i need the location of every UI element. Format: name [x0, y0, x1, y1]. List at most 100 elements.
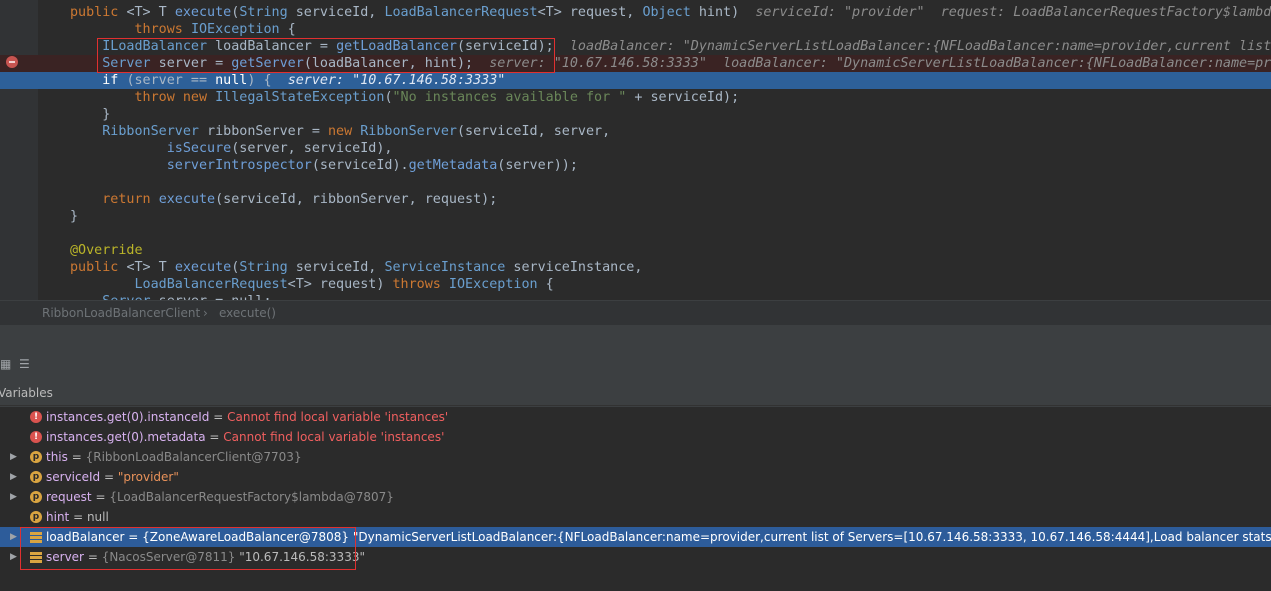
code-token: execute	[174, 260, 232, 275]
code-token: String	[239, 260, 288, 275]
code-line[interactable]: Server server = null;	[0, 293, 1271, 300]
debug-toolbar: ▦ ☰	[0, 350, 1271, 378]
code-text: if (server == null) { server: "10.67.146…	[70, 72, 505, 89]
variable-row[interactable]: p hint = null	[0, 507, 1271, 527]
code-line[interactable]: throws IOException {	[0, 21, 1271, 38]
code-token: (serviceId, server,	[457, 124, 611, 139]
code-token: IOException	[190, 22, 280, 37]
variable-row[interactable]: ▶ p request = {LoadBalancerRequestFactory$…	[0, 487, 1271, 507]
expand-arrow-icon[interactable]: ▶	[10, 467, 20, 487]
variable-text: server = {NacosServer@7811} "10.67.146.5…	[46, 547, 365, 567]
code-line[interactable]: LoadBalancerRequest<T> request) throws I…	[0, 276, 1271, 293]
code-token: <T> T	[126, 5, 175, 20]
code-line[interactable]: public <T> T execute(String serviceId, L…	[0, 4, 1271, 21]
code-token: hint)	[690, 5, 756, 20]
expand-arrow-icon[interactable]: ▶	[10, 547, 20, 567]
code-token: execute	[174, 5, 232, 20]
equals-sign: =	[205, 430, 224, 444]
code-line[interactable]	[0, 174, 1271, 191]
code-text: Server server = null;	[70, 293, 271, 300]
inline-debug-value: server: "10.67.146.58:3333"	[287, 73, 506, 88]
code-line[interactable]: serverIntrospector(serviceId).getMetadat…	[0, 157, 1271, 174]
variable-text: serviceId = "provider"	[46, 467, 179, 487]
code-token: serviceInstance,	[505, 260, 643, 275]
variables-title: Variables	[0, 386, 53, 400]
code-editor[interactable]: public <T> T execute (String serviceId, L…	[0, 0, 1271, 300]
code-token: IllegalStateException	[215, 90, 385, 105]
equals-sign: =	[100, 470, 118, 484]
equals-sign: =	[91, 490, 110, 504]
code-line-current[interactable]: if (server == null) { server: "10.67.146…	[0, 72, 1271, 89]
code-token: return	[70, 192, 159, 207]
code-token: }	[70, 209, 79, 224]
object-icon: p	[30, 451, 42, 463]
code-token: (serviceId).	[311, 158, 409, 173]
code-line[interactable]: return execute(serviceId, ribbonServer, …	[0, 191, 1271, 208]
code-line[interactable]: }	[0, 208, 1271, 225]
variable-row[interactable]: ! instances.get(0).metadata = Cannot find…	[0, 427, 1271, 447]
code-line[interactable]	[0, 225, 1271, 242]
code-token: (server ==	[126, 73, 216, 88]
code-line[interactable]: }	[0, 106, 1271, 123]
variable-ref: {NacosServer@7811}	[101, 550, 236, 564]
code-token: loadBalancer =	[207, 39, 337, 54]
variable-row[interactable]: ! instances.get(0).instanceId = Cannot fi…	[0, 407, 1271, 427]
code-text: isSecure(server, serviceId),	[70, 140, 393, 157]
variable-row[interactable]: ▶ p this = {RibbonLoadBalancerClient@7703}	[0, 447, 1271, 467]
code-token: "No instances available for "	[392, 90, 627, 105]
code-line[interactable]: RibbonServer ribbonServer = new RibbonSe…	[0, 123, 1271, 140]
expand-arrow-icon[interactable]: ▶	[10, 447, 20, 467]
code-token: throws	[70, 22, 191, 37]
code-line[interactable]: throw new IllegalStateException("No inst…	[0, 89, 1271, 106]
code-token: isSecure	[70, 141, 232, 156]
field-icon	[30, 531, 42, 543]
inline-debug-value: server: "10.67.146.58:3333" loadBalancer…	[489, 56, 1271, 71]
equals-sign: =	[209, 410, 228, 424]
code-token: server =	[150, 56, 232, 71]
frames-icon[interactable]: ▦	[0, 358, 12, 370]
code-line[interactable]: Server server = getServer(loadBalancer, …	[0, 55, 1271, 72]
variable-value: "provider"	[117, 470, 179, 484]
code-token: <T> T	[126, 260, 175, 275]
code-line[interactable]: isSecure(server, serviceId),	[0, 140, 1271, 157]
code-token: <T> request)	[287, 277, 393, 292]
code-token: getServer	[231, 56, 304, 71]
code-token: ribbonServer =	[199, 124, 328, 139]
code-token: {	[279, 22, 296, 37]
variables-list[interactable]: ! instances.get(0).instanceId = Cannot fi…	[0, 407, 1271, 591]
variable-value: Cannot find local variable 'instances'	[223, 430, 445, 444]
equals-sign: =	[124, 530, 143, 544]
code-token: + serviceId);	[626, 90, 740, 105]
code-text: throw new IllegalStateException("No inst…	[70, 89, 739, 106]
variables-header: Variables	[0, 381, 1271, 406]
variable-ref: {RibbonLoadBalancerClient@7703}	[85, 450, 302, 464]
breadcrumb-method[interactable]: execute()	[219, 301, 276, 325]
code-line[interactable]: public <T> T execute(String serviceId, S…	[0, 259, 1271, 276]
code-token: (serviceId);	[457, 39, 570, 54]
equals-sign: =	[84, 550, 102, 564]
variable-row[interactable]: ▶ server = {NacosServer@7811} "10.67.146.…	[0, 547, 1271, 567]
expand-arrow-icon[interactable]: ▶	[10, 527, 20, 547]
expand-arrow-icon[interactable]: ▶	[10, 487, 20, 507]
code-text: }	[70, 208, 78, 225]
parameter-icon: p	[30, 511, 42, 523]
variable-name: server	[46, 550, 84, 564]
breadcrumb-class[interactable]: RibbonLoadBalancerClient	[42, 301, 200, 325]
code-line[interactable]: @Override	[0, 242, 1271, 259]
breakpoint-icon[interactable]	[6, 56, 18, 68]
debug-panel: ▦ ☰ Variables ! instances.get(0).instance…	[0, 325, 1271, 591]
code-line[interactable]: ILoadBalancer loadBalancer = getLoadBala…	[0, 38, 1271, 55]
code-token: ILoadBalancer	[70, 39, 208, 54]
parameter-icon: p	[30, 471, 42, 483]
code-token: public	[70, 5, 127, 20]
code-token: execute	[158, 192, 216, 207]
code-token: (	[384, 90, 393, 105]
settings-icon[interactable]: ☰	[19, 358, 31, 370]
code-token: ) {	[247, 73, 288, 88]
variable-ref: {ZoneAwareLoadBalancer@7808}	[142, 530, 350, 544]
variable-row[interactable]: ▶ loadBalancer = {ZoneAwareLoadBalancer@7…	[0, 527, 1271, 547]
variable-name: request	[46, 490, 92, 504]
variable-row[interactable]: ▶ p serviceId = "provider"	[0, 467, 1271, 487]
variable-name: hint	[46, 510, 70, 524]
code-token: (server));	[497, 158, 578, 173]
